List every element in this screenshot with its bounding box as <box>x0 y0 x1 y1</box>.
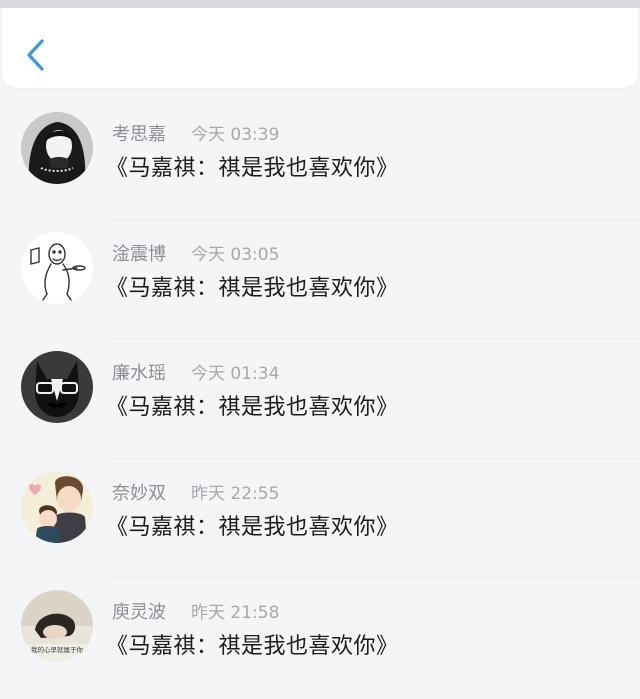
message-text: 《马嘉祺：祺是我也喜欢你》 <box>106 156 399 181</box>
back-button[interactable] <box>24 38 50 72</box>
message-text: 《马嘉祺：祺是我也喜欢你》 <box>106 634 399 659</box>
avatar-caption: 我的心早就属于你 <box>31 645 84 654</box>
avatar[interactable]: 我的心早就属于你 <box>21 590 93 662</box>
list-item[interactable]: 廉水瑶 今天 01:34 《马嘉祺：祺是我也喜欢你》 <box>0 339 640 459</box>
list-item[interactable]: 我的心早就属于你 庾灵波 昨天 21:58 《马嘉祺：祺是我也喜欢你》 <box>0 578 640 698</box>
timestamp: 今天 01:34 <box>191 364 280 384</box>
avatar[interactable] <box>21 231 93 304</box>
message-text: 《马嘉祺：祺是我也喜欢你》 <box>106 395 399 420</box>
timestamp: 昨天 21:58 <box>191 603 280 623</box>
user-name[interactable]: 奈妙双 <box>112 479 166 505</box>
avatar[interactable] <box>21 470 93 543</box>
timestamp: 昨天 22:55 <box>191 483 280 504</box>
message-text: 《马嘉祺：祺是我也喜欢你》 <box>106 514 399 540</box>
comment-list: 考思嘉 今天 03:39 《马嘉祺：祺是我也喜欢你》 淦震博 今天 03:05 … <box>0 100 640 698</box>
timestamp: 今天 03:39 <box>191 125 280 145</box>
list-item[interactable]: 奈妙双 昨天 22:55 《马嘉祺：祺是我也喜欢你》 <box>0 459 640 578</box>
chevron-left-icon <box>27 39 44 71</box>
list-item[interactable]: 考思嘉 今天 03:39 《马嘉祺：祺是我也喜欢你》 <box>0 100 640 220</box>
avatar[interactable] <box>21 351 93 423</box>
list-item[interactable]: 淦震博 今天 03:05 《马嘉祺：祺是我也喜欢你》 <box>0 220 640 339</box>
nav-header <box>2 8 638 88</box>
message-text: 《马嘉祺：祺是我也喜欢你》 <box>106 275 399 301</box>
timestamp: 今天 03:05 <box>191 244 280 265</box>
user-name[interactable]: 淦震博 <box>112 240 166 266</box>
user-name[interactable]: 考思嘉 <box>112 120 166 146</box>
status-strip <box>0 0 640 8</box>
avatar[interactable] <box>21 112 93 184</box>
user-name[interactable]: 廉水瑶 <box>112 359 166 385</box>
user-name[interactable]: 庾灵波 <box>112 598 166 624</box>
